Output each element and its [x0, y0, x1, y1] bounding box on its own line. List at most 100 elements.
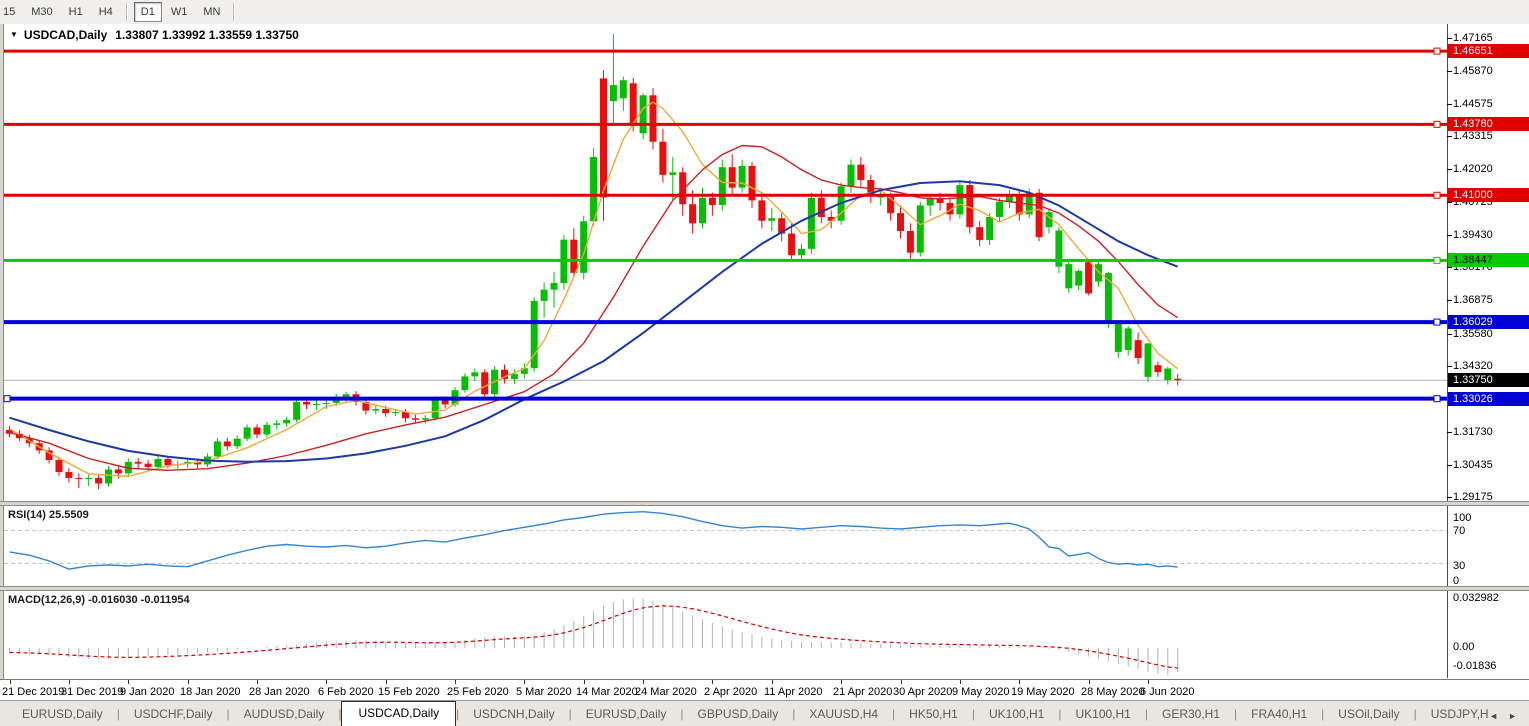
timeframe-button-h1[interactable]: H1 [62, 2, 90, 22]
level-handle [4, 396, 10, 402]
date-tick-mark [10, 680, 11, 684]
main-chart-canvas[interactable] [0, 24, 1529, 679]
rsi-line [10, 512, 1178, 569]
timeframe-toolbar: 15M30H1H4 D1W1MN [0, 0, 1529, 25]
timeframe-button-mn[interactable]: MN [196, 2, 227, 22]
price-tick-mark [1447, 334, 1452, 335]
pane-divider[interactable] [0, 501, 1529, 506]
price-tick-mark [1447, 432, 1452, 433]
macd-scale-label: 0.032982 [1453, 592, 1499, 605]
chart-ohlc-values: 1.33807 1.33992 1.33559 1.33750 [115, 28, 299, 42]
chart-tab-gbpusd-daily[interactable]: GBPUSD,Daily [684, 703, 793, 726]
price-level-badge: 1.46651 [1448, 44, 1529, 58]
price-tick-mark [1447, 235, 1452, 236]
date-tick-mark [772, 680, 773, 684]
price-axis-label: 1.35580 [1453, 328, 1493, 341]
price-tick-mark [1447, 202, 1452, 203]
chart-tab-uk100-h1[interactable]: UK100,H1 [1061, 703, 1144, 726]
price-level-badge: 1.33026 [1448, 392, 1529, 406]
timeframe-button-15[interactable]: 15 [0, 2, 22, 22]
horizontal-levels-layer[interactable] [4, 48, 1447, 402]
date-axis-label: 9 May 2020 [952, 686, 1009, 698]
chart-tab-usdjpy-h1[interactable]: USDJPY,H1 [1417, 703, 1489, 726]
timeframe-button-w1[interactable]: W1 [164, 2, 195, 22]
chart-tab-xauusd-h4[interactable]: XAUUSD,H4 [795, 703, 892, 726]
price-tick-mark [1447, 267, 1452, 268]
macd-scale-label: 0.00 [1453, 641, 1474, 654]
chart-tab-usdcad-daily[interactable]: USDCAD,Daily [341, 701, 456, 726]
price-tick-mark [1447, 136, 1452, 137]
tab-scroll-left-icon[interactable]: ◄ [1489, 711, 1498, 721]
price-tick-mark [1447, 169, 1452, 170]
price-tick-mark [1447, 38, 1452, 39]
chart-tab-eurusd-daily[interactable]: EURUSD,Daily [8, 703, 117, 726]
date-axis-label: 14 Mar 2020 [576, 686, 638, 698]
price-axis-label: 1.43315 [1453, 130, 1493, 143]
price-axis-label: 1.39430 [1453, 229, 1493, 242]
date-tick-mark [901, 680, 902, 684]
current-price-badge: 1.33750 [1448, 373, 1529, 387]
trading-platform-window: 15M30H1H4 D1W1MN ▼ USDCAD,Daily 1.33807 1.3… [0, 0, 1529, 725]
chart-title: ▼ USDCAD,Daily 1.33807 1.33992 1.33559 1.3… [10, 28, 299, 42]
pane-divider[interactable] [0, 586, 1529, 591]
price-tick-mark [1447, 104, 1452, 105]
date-tick-mark [1089, 680, 1090, 684]
price-tick-mark [1447, 366, 1452, 367]
chart-dropdown-icon[interactable]: ▼ [10, 30, 18, 39]
date-axis-label: 19 May 2020 [1011, 686, 1075, 698]
date-axis-label: 24 Mar 2020 [635, 686, 697, 698]
macd-indicator-label: MACD(12,26,9) -0.016030 -0.011954 [8, 594, 190, 606]
price-tick-mark [1447, 465, 1452, 466]
chart-tab-usoil-daily[interactable]: USOil,Daily [1324, 703, 1413, 726]
date-axis-label: 18 Jan 2020 [180, 686, 241, 698]
chart-tab-ger30-h1[interactable]: GER30,H1 [1148, 703, 1234, 726]
timeframe-button-m30[interactable]: M30 [24, 2, 59, 22]
price-level-badge: 1.43780 [1448, 117, 1529, 131]
chart-tab-hk50-h1[interactable]: HK50,H1 [895, 703, 972, 726]
chart-tab-eurusd-daily[interactable]: EURUSD,Daily [572, 703, 681, 726]
date-tick-mark [128, 680, 129, 684]
date-tick-mark [712, 680, 713, 684]
level-handle [1434, 396, 1440, 402]
date-axis[interactable]: 21 Dec 201931 Dec 20199 Jan 202018 Jan 2… [0, 679, 1529, 701]
date-axis-label: 2 Apr 2020 [704, 686, 757, 698]
chart-tab-uk100-h1[interactable]: UK100,H1 [975, 703, 1058, 726]
chart-tab-audusd-daily[interactable]: AUDUSD,Daily [230, 703, 339, 726]
date-axis-label: 11 Apr 2020 [764, 686, 823, 698]
date-tick-mark [386, 680, 387, 684]
rsi-pane [4, 512, 1447, 569]
rsi-scale-label: 100 [1453, 512, 1471, 525]
level-handle [1434, 192, 1440, 198]
date-tick-mark [188, 680, 189, 684]
date-axis-label: 15 Feb 2020 [378, 686, 440, 698]
level-handle [1434, 121, 1440, 127]
date-tick-mark [960, 680, 961, 684]
price-level-badge: 1.41000 [1448, 188, 1529, 202]
price-tick-mark [1447, 300, 1452, 301]
date-axis-label: 28 May 2020 [1081, 686, 1145, 698]
level-handle [1434, 319, 1440, 325]
timeframe-button-d1[interactable]: D1 [134, 2, 162, 22]
toolbar-separator [126, 3, 128, 21]
rsi-indicator-label: RSI(14) 25.5509 [8, 509, 89, 521]
level-handle [1434, 257, 1440, 263]
price-level-badge: 1.36029 [1448, 315, 1529, 329]
chart-tab-usdchf-daily[interactable]: USDCHF,Daily [120, 703, 227, 726]
date-axis-label: 25 Feb 2020 [447, 686, 509, 698]
chart-tab-fra40-h1[interactable]: FRA40,H1 [1237, 703, 1321, 726]
chart-symbol-label: USDCAD,Daily [24, 28, 107, 42]
date-tick-mark [1148, 680, 1149, 684]
date-tick-mark [584, 680, 585, 684]
date-tick-mark [524, 680, 525, 684]
date-axis-label: 31 Dec 2019 [61, 686, 123, 698]
price-axis-label: 1.36875 [1453, 294, 1493, 307]
tab-scroll-right-icon[interactable]: ► [1508, 711, 1517, 721]
chart-tab-usdcnh-daily[interactable]: USDCNH,Daily [459, 703, 568, 726]
price-level-badge: 1.38447 [1448, 253, 1529, 267]
date-axis-label: 30 Apr 2020 [893, 686, 952, 698]
tab-scroll-arrows: ◄ ► [1489, 711, 1529, 726]
timeframe-button-h4[interactable]: H4 [92, 2, 120, 22]
date-axis-label: 9 Jan 2020 [120, 686, 174, 698]
date-tick-mark [69, 680, 70, 684]
macd-scale-label: -0.01836 [1453, 660, 1496, 673]
